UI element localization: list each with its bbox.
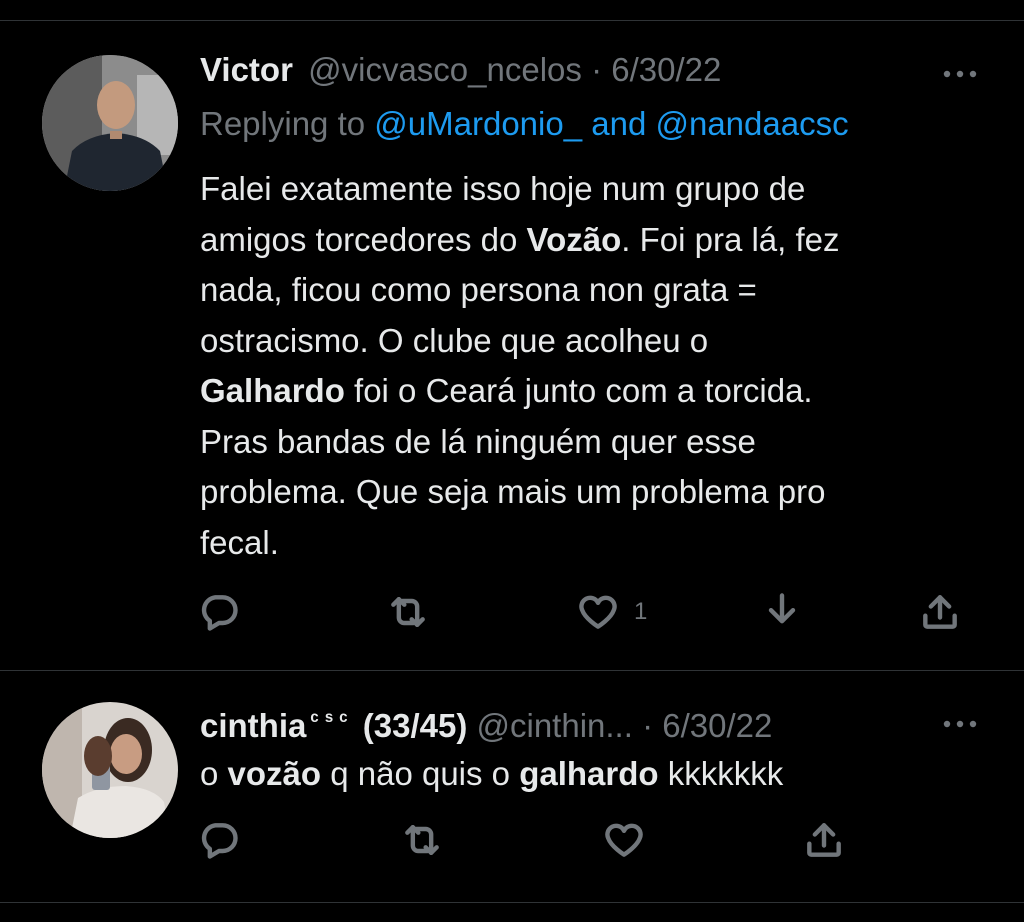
hashtag-bold: Vozão [526, 220, 622, 258]
text-line: Galhardo foi o Ceará junto com a torcida… [200, 366, 1000, 417]
reply-icon [201, 595, 238, 631]
text-line: nada, ficou como persona non grata = [200, 271, 757, 308]
bold-word: galhardo [519, 755, 659, 792]
separator-dot: · [642, 707, 654, 744]
retweet-button[interactable] [400, 818, 444, 862]
user-handle[interactable]: @vicvasco_ncelos [308, 51, 582, 88]
text-line: Pras bandas de lá ninguém quer esse [200, 422, 756, 460]
retweet-icon [391, 596, 425, 628]
like-button[interactable] [602, 818, 646, 862]
like-icon [579, 595, 617, 629]
share-icon [807, 823, 841, 857]
replying-to: Replying to @uMardonio_ and @nandaacsc [200, 104, 849, 144]
text-segment: . Foi pra lá, fez [621, 220, 840, 258]
tweet-header: Victor @vicvasco_ncelos · 6/30/22 [200, 50, 721, 90]
replying-user-link[interactable]: @uMardonio_ [374, 105, 582, 142]
like-icon [605, 823, 643, 857]
share-button[interactable] [802, 818, 846, 862]
more-options-icon[interactable] [942, 66, 978, 78]
tweet-actions [0, 818, 1024, 864]
retweet-button[interactable] [386, 590, 430, 634]
separator-dot: · [591, 51, 603, 88]
user-handle[interactable]: @cinthin... [476, 707, 632, 744]
bottom-divider [0, 902, 1024, 903]
like-button[interactable]: 1 [576, 590, 647, 634]
tweet-header: cinthia ᶜ ˢ ᶜ (33/45) @cinthin... · 6/30/… [200, 700, 772, 746]
avatar[interactable] [42, 55, 178, 191]
retweet-icon [405, 824, 439, 856]
reply-icon [201, 823, 238, 859]
download-icon [768, 593, 796, 624]
tweet-cinthia[interactable]: cinthia ᶜ ˢ ᶜ (33/45) @cinthin... · 6/30/… [0, 670, 1024, 902]
bold-word: vozão [227, 755, 322, 792]
text-segment: foi o Ceará junto com a torcida. [344, 372, 813, 409]
avatar-image [42, 55, 178, 191]
tweet-date[interactable]: 6/30/22 [611, 51, 721, 88]
name-counter: (33/45) [362, 707, 468, 744]
replying-and[interactable]: and [591, 105, 646, 142]
text-segment: o [200, 755, 228, 792]
text-segment: kkkkkkk [658, 755, 784, 792]
share-icon [923, 595, 957, 629]
bold-name: Galhardo [200, 372, 345, 409]
replying-prefix: Replying to [200, 105, 366, 142]
text-line: Falei exatamente isso hoje num grupo de [200, 170, 806, 207]
text-line: fecal. [200, 523, 279, 561]
name-superscript: ᶜ ˢ ᶜ [310, 707, 348, 732]
text-segment: amigos torcedores do [200, 220, 518, 258]
text-line: amigos torcedores do Vozão. Foi pra lá, … [200, 215, 1000, 266]
display-name[interactable]: cinthia [200, 707, 306, 744]
tweet-actions: 1 [0, 590, 1024, 636]
text-line: ostracismo. O clube que acolheu o [200, 321, 709, 359]
display-name[interactable]: Victor [200, 51, 293, 88]
tweet-victor[interactable]: Victor @vicvasco_ncelos · 6/30/22 Replyi… [0, 0, 1024, 670]
tweet-text: o vozão q não quis o galhardo kkkkkkk [200, 754, 1000, 794]
like-count: 1 [634, 598, 648, 625]
more-options-icon[interactable] [942, 716, 978, 728]
text-line: problema. Que seja mais um problema pro [200, 473, 826, 510]
text-segment: q não quis o [321, 755, 520, 792]
share-button[interactable] [918, 590, 962, 634]
reply-button[interactable] [197, 818, 241, 862]
tweet-text: Falei exatamente isso hoje num grupo de … [200, 164, 1000, 568]
replying-user-link[interactable]: @nandaacsc [655, 105, 848, 142]
download-button[interactable] [760, 590, 804, 634]
reply-button[interactable] [197, 590, 241, 634]
tweet-date[interactable]: 6/30/22 [662, 707, 772, 744]
